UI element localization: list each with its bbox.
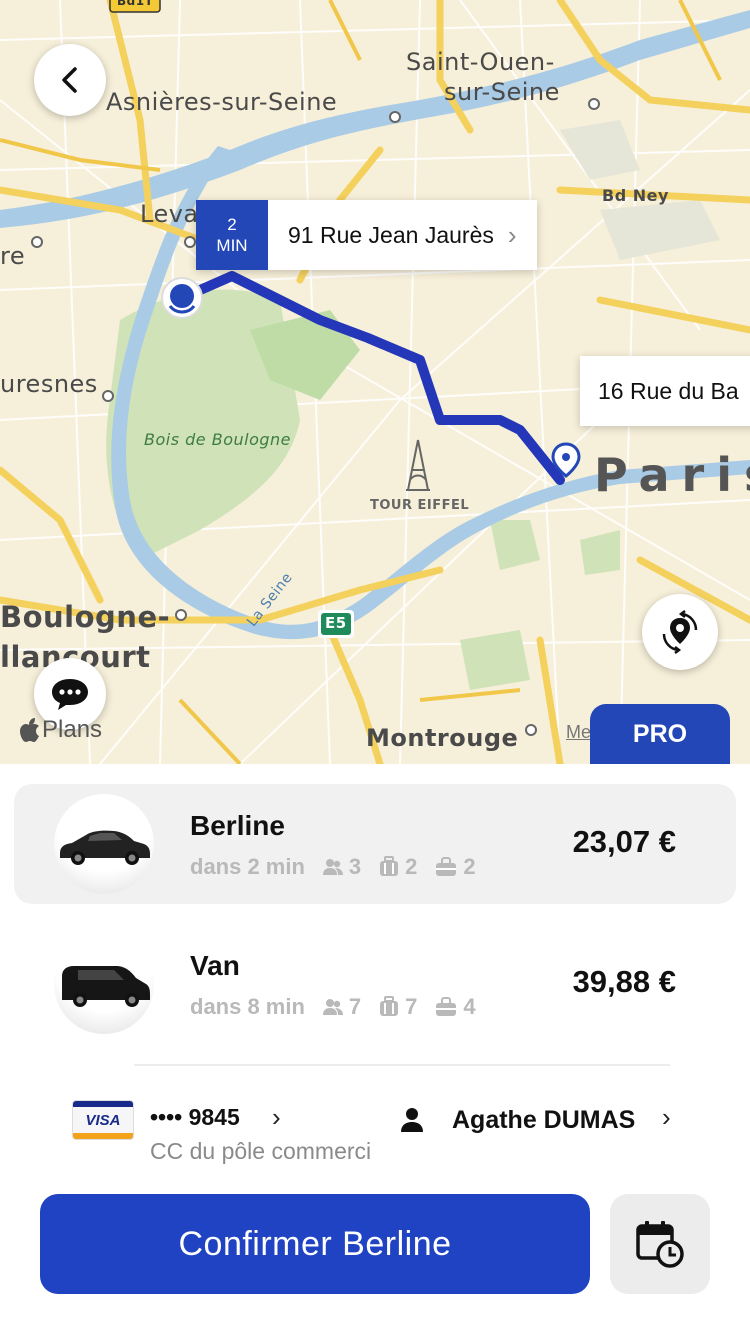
chevron-right-icon[interactable]: ›: [662, 1102, 671, 1133]
chevron-right-icon[interactable]: ›: [272, 1102, 281, 1133]
map-label-paris: Paris: [594, 448, 750, 502]
vehicle-bags: 2: [463, 854, 476, 879]
suitcase-icon: [379, 856, 399, 878]
chevron-right-icon: ›: [507, 219, 517, 250]
person-icon: [400, 1107, 424, 1138]
suitcase-icon: [379, 996, 399, 1018]
sedan-car-icon: [54, 794, 154, 894]
location-pin-rotate-icon: [662, 610, 698, 654]
map-label-saint-ouen-2: sur-Seine: [444, 78, 560, 106]
card-brand: VISA: [85, 1112, 121, 1129]
vehicle-meta: dans 8 min 7 7 4: [190, 994, 476, 1020]
vehicle-price: 23,07 €: [572, 824, 676, 859]
origin-eta-badge: 2 MIN: [196, 200, 268, 270]
back-button[interactable]: [34, 44, 106, 116]
vehicle-passengers: 7: [348, 994, 362, 1019]
map-label-saint-ouen: Saint-Ouen-: [406, 48, 555, 76]
vehicle-passengers: 3: [348, 854, 362, 879]
destination-address: 16 Rue du Ba: [598, 377, 739, 404]
vehicle-bags: 4: [463, 994, 476, 1019]
bag-icon: [435, 997, 457, 1017]
origin-eta-unit: MIN: [216, 236, 248, 255]
confirm-button[interactable]: Confirmer Berline: [40, 1194, 590, 1294]
vehicle-option-berline[interactable]: Berline dans 2 min 3 2 2 23,07 €: [14, 784, 736, 904]
origin-address: 91 Rue Jean Jaurès: [288, 221, 494, 248]
people-icon: [322, 858, 343, 876]
map-label-bois-de-boulogne: Bois de Boulogne: [144, 430, 291, 449]
destination-callout[interactable]: 16 Rue du Ba: [580, 356, 750, 426]
vehicle-eta: dans 8 min: [190, 994, 305, 1019]
map-label-suresnes: uresnes: [0, 370, 98, 398]
vehicle-luggage: 2: [405, 854, 418, 879]
origin-callout[interactable]: 2 MIN 91 Rue Jean Jaurès ›: [196, 200, 537, 270]
payment-card-number[interactable]: •••• 9845: [150, 1104, 240, 1131]
people-icon: [322, 998, 343, 1016]
map-view[interactable]: Asnières-sur-Seine Saint-Ouen- sur-Seine…: [0, 0, 750, 764]
van-icon: [54, 934, 154, 1034]
map-label-re: re: [0, 242, 26, 270]
payment-card-label: CC du pôle commerci: [150, 1138, 372, 1164]
passenger-name[interactable]: Agathe DUMAS: [452, 1106, 635, 1135]
maps-provider-name: Plans: [42, 716, 103, 743]
map-label-levallois: Leva: [140, 200, 199, 228]
divider: [134, 1064, 670, 1066]
map-label-asnieres: Asnières-sur-Seine: [106, 88, 338, 116]
vehicle-price: 39,88 €: [572, 964, 676, 999]
vehicle-eta: dans 2 min: [190, 854, 305, 879]
map-label-e5: E5: [325, 614, 347, 632]
map-label-bd-ney: Bd Ney: [602, 186, 669, 205]
vehicle-meta: dans 2 min 3 2 2: [190, 854, 476, 880]
visa-card-icon[interactable]: VISA: [72, 1100, 134, 1140]
map-label-tour-eiffel: TOUR EIFFEL: [370, 498, 470, 513]
pro-badge[interactable]: PRO: [590, 704, 730, 764]
recenter-button[interactable]: [642, 594, 718, 670]
vehicle-luggage: 7: [405, 994, 418, 1019]
maps-provider-logo: Plans: [20, 716, 102, 744]
chevron-left-icon: [62, 67, 77, 93]
bag-icon: [435, 857, 457, 877]
vehicle-name: Van: [190, 950, 240, 981]
map-label-montrouge: Montrouge: [366, 724, 519, 752]
calendar-clock-icon: [636, 1221, 684, 1268]
map-road-sign: Bd1T: [117, 0, 154, 8]
map-label-boulogne: Boulogne-: [0, 600, 171, 634]
schedule-button[interactable]: [610, 1194, 710, 1294]
vehicle-option-van[interactable]: Van dans 8 min 7 7 4 39,88 €: [14, 924, 736, 1044]
vehicle-name: Berline: [190, 810, 285, 841]
chat-bubble-icon: [52, 679, 88, 710]
origin-eta-value: 2: [227, 215, 237, 234]
apple-logo-icon: [20, 718, 39, 742]
legal-link[interactable]: Me: [566, 722, 591, 743]
